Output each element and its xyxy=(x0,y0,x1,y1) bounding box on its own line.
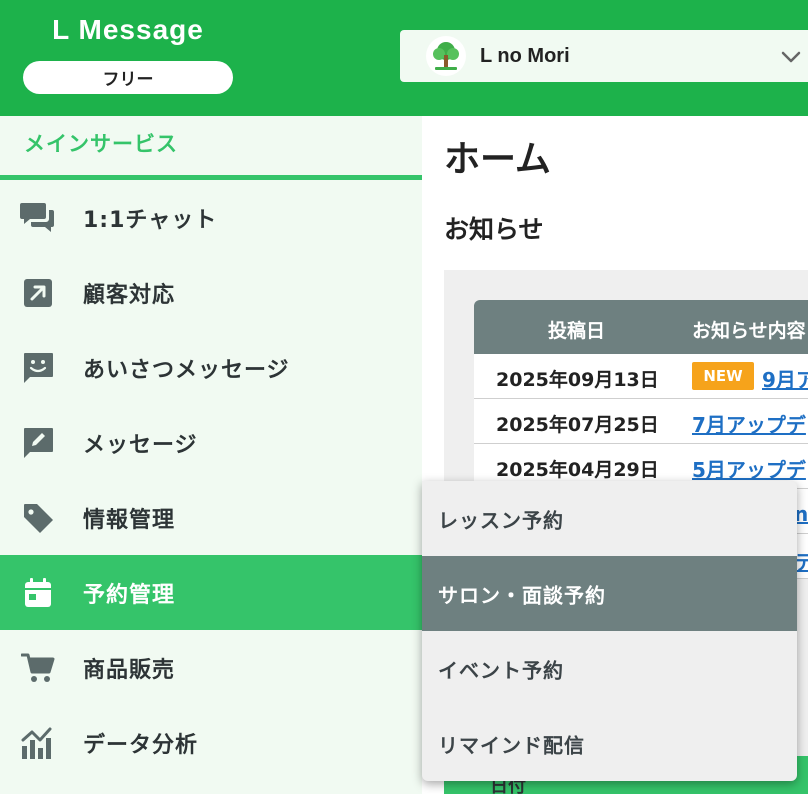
sidebar-item-info-management[interactable]: 情報管理 xyxy=(0,480,422,555)
sidebar-item-label: あいさつメッセージ xyxy=(83,357,290,383)
sidebar-item-label: 1:1チャット xyxy=(83,207,218,233)
notice-link[interactable]: 7月アップデ xyxy=(692,409,806,438)
sidebar-item-label: 顧客対応 xyxy=(83,282,176,308)
arrow-up-right-icon xyxy=(20,275,56,311)
sidebar-item-label: データ分析 xyxy=(83,732,199,758)
sidebar-item-customer-support[interactable]: 顧客対応 xyxy=(0,255,422,330)
table-row[interactable]: 2025年09月13日 NEW 9月ア xyxy=(474,354,808,399)
notice-link[interactable]: 5月アップデ xyxy=(692,454,806,483)
sidebar-item-label: 予約管理 xyxy=(83,582,176,608)
sidebar-item-chat[interactable]: 1:1チャット xyxy=(0,180,422,255)
tree-logo-icon xyxy=(433,42,459,70)
edit-bubble-icon xyxy=(20,425,56,461)
sidebar-item-data-analysis[interactable]: データ分析 xyxy=(0,705,422,780)
table-row[interactable]: 2025年07月25日 7月アップデ xyxy=(474,399,808,444)
reservation-submenu: レッスン予約 サロン・面談予約 イベント予約 リマインド配信 xyxy=(422,481,797,781)
cart-icon xyxy=(20,650,56,686)
top-header: L Message フリー L no Mori xyxy=(0,0,808,116)
app-logo[interactable]: L Message xyxy=(22,14,234,46)
account-name: L no Mori xyxy=(480,44,570,67)
table-header: 投稿日 お知らせ内容 xyxy=(474,300,808,354)
column-header-content: お知らせ内容 xyxy=(692,320,806,342)
submenu-item-label: サロン・面談予約 xyxy=(438,583,606,607)
section-title: お知らせ xyxy=(444,215,544,244)
analytics-icon xyxy=(20,725,56,761)
new-badge: NEW xyxy=(692,362,754,390)
tag-icon xyxy=(20,500,56,536)
sidebar-item-reservation[interactable]: 予約管理 xyxy=(0,555,422,630)
row-date: 2025年07月25日 xyxy=(496,414,659,436)
sidebar: メインサービス 1:1チャット 顧客対応 あいさつメッセージ メッセージ 情報管… xyxy=(0,116,422,794)
sidebar-item-label: 情報管理 xyxy=(83,507,176,533)
column-header-date: 投稿日 xyxy=(548,320,606,342)
sidebar-section-title: メインサービス xyxy=(24,132,178,156)
sidebar-item-label: メッセージ xyxy=(83,432,198,458)
submenu-item-event-reservation[interactable]: イベント予約 xyxy=(422,631,797,706)
chevron-down-icon[interactable] xyxy=(780,46,802,68)
sidebar-item-product-sales[interactable]: 商品販売 xyxy=(0,630,422,705)
submenu-item-lesson-reservation[interactable]: レッスン予約 xyxy=(422,481,797,556)
sidebar-item-greeting-message[interactable]: あいさつメッセージ xyxy=(0,330,422,405)
page-title: ホーム xyxy=(444,139,551,180)
notice-link[interactable]: 9月ア xyxy=(762,364,808,393)
row-date: 2025年09月13日 xyxy=(496,369,659,391)
plan-badge[interactable]: フリー xyxy=(23,61,233,94)
row-date: 2025年04月29日 xyxy=(496,459,659,481)
submenu-item-label: レッスン予約 xyxy=(438,508,564,532)
submenu-item-label: イベント予約 xyxy=(438,658,564,682)
smile-bubble-icon xyxy=(20,350,56,386)
account-selector[interactable]: L no Mori xyxy=(400,30,808,82)
submenu-item-salon-reservation[interactable]: サロン・面談予約 xyxy=(422,556,797,631)
submenu-item-reminder[interactable]: リマインド配信 xyxy=(422,706,797,781)
chat-bubbles-icon xyxy=(20,200,56,236)
calendar-icon xyxy=(20,575,56,611)
sidebar-item-label: 商品販売 xyxy=(83,657,176,683)
submenu-item-label: リマインド配信 xyxy=(438,733,585,757)
sidebar-item-message[interactable]: メッセージ xyxy=(0,405,422,480)
account-avatar xyxy=(426,36,466,76)
